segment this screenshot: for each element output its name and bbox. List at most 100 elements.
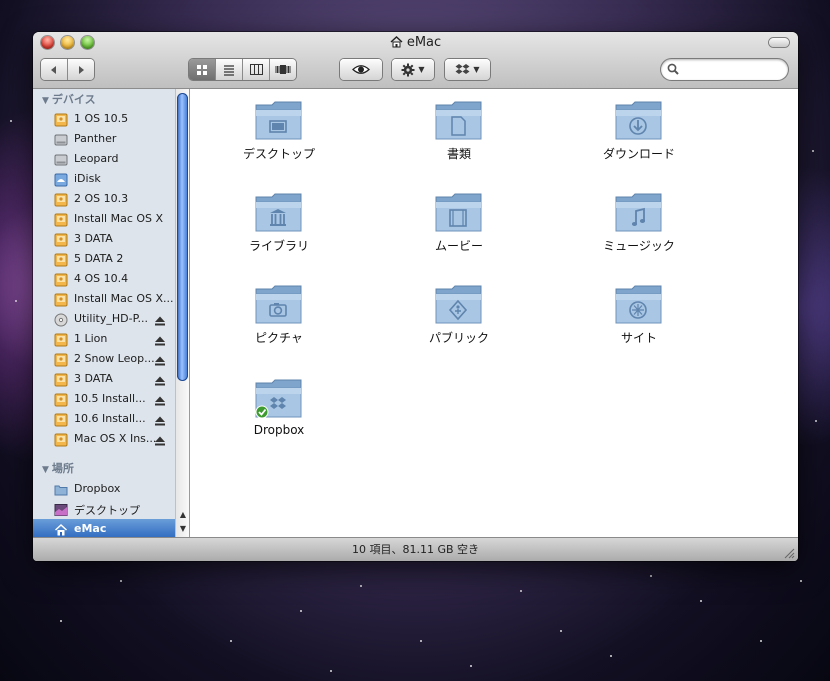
scroll-down-arrow[interactable]: ▼	[176, 522, 189, 536]
sidebar-item-device[interactable]: Install Mac OS X...	[33, 289, 175, 309]
disclosure-triangle-icon[interactable]: ▼	[42, 96, 49, 106]
folder-item-public[interactable]: パブリック	[394, 283, 524, 346]
folder-label: パブリック	[428, 331, 489, 345]
list-view-icon	[224, 64, 234, 76]
sidebar-item-device[interactable]: 2 Snow Leop...	[33, 349, 175, 369]
sidebar-item-device[interactable]: 10.5 Install...	[33, 389, 175, 409]
dropbox-menu-button[interactable]: ▼	[445, 59, 490, 80]
cd-icon	[54, 312, 68, 327]
folder-item-download[interactable]: ダウンロード	[574, 99, 704, 162]
folder-icon	[54, 482, 68, 496]
sidebar-item-label: Utility_HD-P...	[74, 312, 148, 325]
folder-label: サイト	[620, 331, 657, 345]
folder-icon	[435, 101, 482, 140]
sidebar-item-device[interactable]: 5 DATA 2	[33, 249, 175, 269]
status-bar: 10 項目、81.11 GB 空き	[33, 537, 798, 561]
hard-disk-icon	[54, 372, 68, 387]
coverflow-view-button[interactable]	[270, 59, 296, 80]
eject-icon[interactable]	[154, 372, 166, 386]
window-title-text: eMac	[406, 35, 442, 50]
sidebar-item-device[interactable]: Leopard	[33, 149, 175, 169]
folder-item-music[interactable]: ミュージック	[574, 191, 704, 254]
sidebar-item-device[interactable]: Utility_HD-P...	[33, 309, 175, 329]
sidebar-item-device[interactable]: Panther	[33, 129, 175, 149]
devices-section-header[interactable]: ▼ デバイス	[42, 91, 96, 107]
sidebar-item-place[interactable]: eMac	[33, 519, 175, 537]
eject-icon[interactable]	[154, 332, 166, 346]
back-forward-control	[41, 59, 94, 80]
folder-item-desktop[interactable]: デスクトップ	[214, 99, 344, 162]
icon-view-button[interactable]	[189, 59, 216, 80]
sidebar-scroll-thumb[interactable]	[177, 93, 188, 381]
column-view-icon	[249, 64, 263, 75]
sidebar-scrollbar[interactable]: ▲ ▼	[175, 89, 189, 537]
chevron-down-icon: ▼	[418, 65, 425, 74]
sidebar-item-place[interactable]: デスクトップ	[33, 499, 175, 519]
sidebar-item-label: Install Mac OS X	[74, 212, 164, 225]
search-field[interactable]	[661, 59, 788, 80]
folder-label: ダウンロード	[602, 147, 675, 161]
sidebar-item-device[interactable]: 3 DATA	[33, 229, 175, 249]
eject-icon[interactable]	[154, 312, 166, 326]
folder-item-camera[interactable]: ピクチャ	[214, 283, 344, 346]
back-button[interactable]	[41, 59, 68, 80]
eject-icon[interactable]	[154, 352, 166, 366]
sidebar-item-device[interactable]: 10.6 Install...	[33, 409, 175, 429]
folder-label: デスクトップ	[242, 147, 315, 161]
disclosure-triangle-icon[interactable]: ▼	[42, 465, 49, 475]
sidebar-item-device[interactable]: 4 OS 10.4	[33, 269, 175, 289]
hard-disk-icon	[54, 152, 68, 166]
resize-grip-icon[interactable]	[784, 548, 795, 559]
folder-item-sites[interactable]: サイト	[574, 283, 704, 346]
sidebar-item-device[interactable]: 1 Lion	[33, 329, 175, 349]
view-switcher	[189, 59, 296, 80]
folder-label: 書類	[446, 147, 471, 161]
column-view-button[interactable]	[243, 59, 270, 80]
sidebar-item-device[interactable]: 3 DATA	[33, 369, 175, 389]
scroll-up-arrow[interactable]: ▲	[176, 508, 189, 522]
sidebar-item-label: 2 OS 10.3	[74, 192, 129, 205]
sidebar-item-device[interactable]: 1 OS 10.5	[33, 109, 175, 129]
hard-disk-icon	[54, 292, 68, 307]
folder-icon	[615, 101, 662, 140]
folder-label: ピクチャ	[255, 331, 303, 345]
sidebar-item-label: 5 DATA 2	[74, 252, 124, 265]
sidebar-item-label: Mac OS X Ins...	[74, 432, 157, 445]
sidebar-item-label: Install Mac OS X...	[74, 292, 174, 305]
sidebar-item-device[interactable]: Mac OS X Ins...	[33, 429, 175, 449]
search-input[interactable]	[683, 61, 785, 79]
toolbar-toggle-button[interactable]	[769, 38, 789, 47]
places-section-header[interactable]: ▼ 場所	[42, 460, 74, 476]
quick-look-button[interactable]	[340, 59, 382, 80]
sidebar-item-place[interactable]: Dropbox	[33, 479, 175, 499]
hard-disk-icon	[54, 412, 68, 427]
hard-disk-icon	[54, 192, 68, 207]
hard-disk-icon	[54, 432, 68, 447]
eject-icon[interactable]	[154, 432, 166, 446]
sidebar-item-device[interactable]: iDisk	[33, 169, 175, 189]
sidebar-item-device[interactable]: Install Mac OS X	[33, 209, 175, 229]
sidebar-item-label: Panther	[74, 132, 117, 145]
forward-button[interactable]	[68, 59, 94, 80]
devices-header-label: デバイス	[51, 93, 96, 106]
folder-label: ライブラリ	[248, 239, 309, 253]
hard-disk-icon	[54, 392, 68, 407]
eject-icon[interactable]	[154, 412, 166, 426]
list-view-button[interactable]	[216, 59, 243, 80]
folder-item-dropbox[interactable]: Dropbox	[214, 377, 344, 437]
sidebar-item-label: 10.5 Install...	[74, 392, 146, 405]
folder-icon	[615, 193, 662, 232]
finder-window: eMac ▼ ▼ ▼ デバイス 1 OS 10.5 Panther Leopar…	[33, 32, 798, 561]
folder-item-movie[interactable]: ムービー	[394, 191, 524, 254]
back-arrow-icon	[51, 65, 56, 74]
action-menu-button[interactable]: ▼	[392, 59, 434, 80]
folder-item-document[interactable]: 書類	[394, 99, 524, 162]
desktop-icon	[54, 502, 68, 516]
sidebar-item-device[interactable]: 2 OS 10.3	[33, 189, 175, 209]
eject-icon[interactable]	[154, 392, 166, 406]
folder-icon	[435, 285, 482, 324]
folder-item-library[interactable]: ライブラリ	[214, 191, 344, 254]
status-text: 10 項目、81.11 GB 空き	[351, 543, 480, 556]
folder-icon	[255, 101, 302, 140]
search-icon	[667, 63, 679, 75]
